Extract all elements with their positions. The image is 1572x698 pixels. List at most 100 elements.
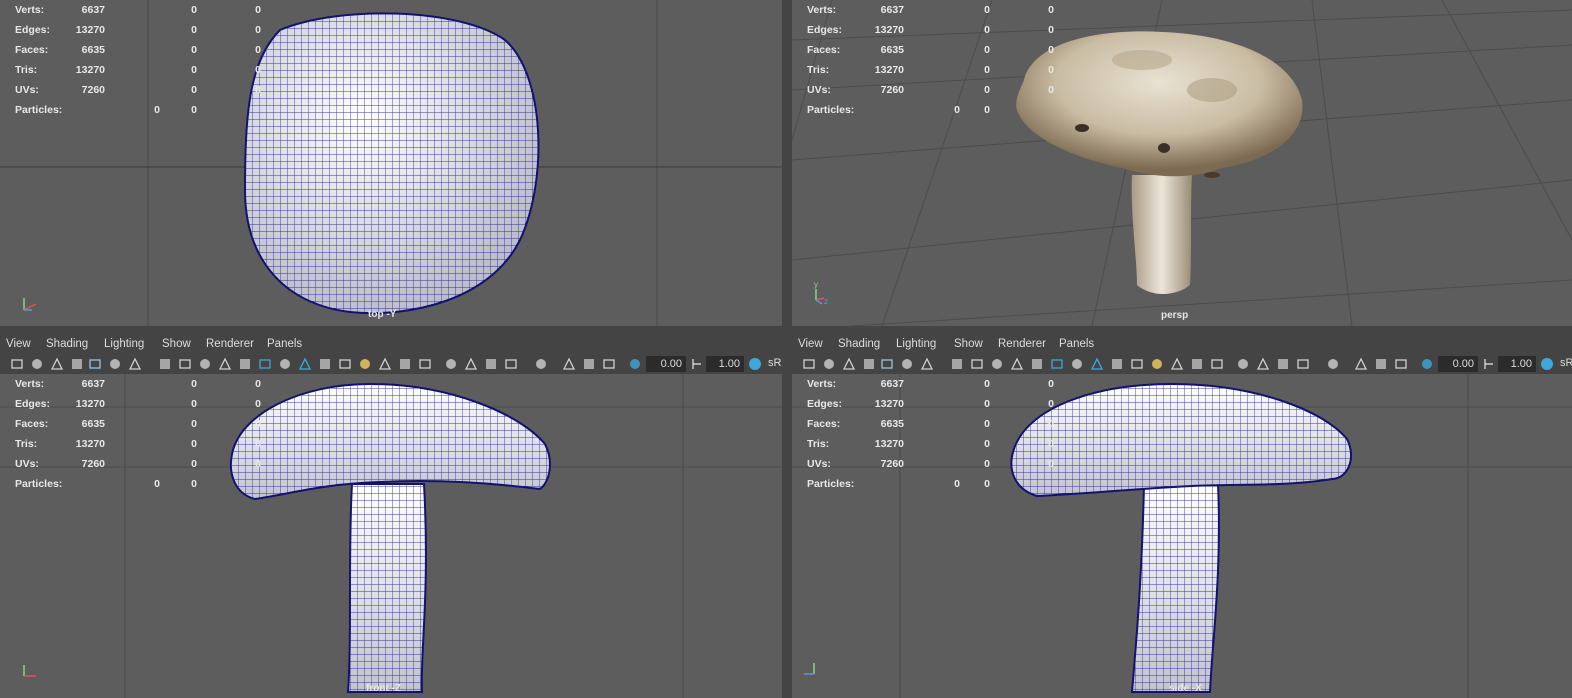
view-axis-indicator-icon xyxy=(23,665,36,677)
wireframe-on-shaded-icon[interactable] xyxy=(298,357,312,371)
gamma-field[interactable]: 1.00 xyxy=(706,356,744,372)
gamma-icon[interactable] xyxy=(690,357,704,371)
menu-renderer[interactable]: Renderer xyxy=(206,338,254,350)
xray-active-icon[interactable] xyxy=(1296,357,1310,371)
stat-value: 0 xyxy=(984,458,990,470)
camera-select-icon[interactable] xyxy=(10,357,24,371)
image-plane-icon[interactable] xyxy=(70,357,84,371)
viewport-persp[interactable]: Verts: 6637 0 0 Edges: 13270 0 0 Faces: 6635 0 0 Tri… xyxy=(792,0,1572,326)
color-management-icon[interactable] xyxy=(628,357,642,371)
stat-value: 0 xyxy=(191,84,197,96)
exposure-icon[interactable] xyxy=(1374,357,1388,371)
menu-view[interactable]: View xyxy=(6,338,31,350)
gate-mask-icon[interactable] xyxy=(158,357,172,371)
depth-of-field-icon[interactable] xyxy=(1256,357,1270,371)
camera-attributes-icon[interactable] xyxy=(30,357,44,371)
gamma-icon[interactable] xyxy=(1482,357,1496,371)
bookmark-icon[interactable] xyxy=(50,357,64,371)
stat-value: 0 xyxy=(191,478,197,490)
stat-value: 13270 xyxy=(874,24,904,36)
smooth-shade-icon[interactable] xyxy=(258,357,272,371)
film-gate-icon[interactable] xyxy=(900,357,914,371)
depth-of-field-icon[interactable] xyxy=(464,357,478,371)
camera-attributes-icon[interactable] xyxy=(822,357,836,371)
resolution-gate-icon[interactable] xyxy=(128,357,142,371)
colorspace-label[interactable]: sR xyxy=(1560,357,1572,369)
backface-culling-icon[interactable] xyxy=(562,357,576,371)
viewport-side[interactable]: Verts: 6637 0 0 Edges: 13270 0 0 Faces: 6635 0 0 Tri… xyxy=(792,374,1572,698)
camera-select-icon[interactable] xyxy=(802,357,816,371)
xray-joints-icon[interactable] xyxy=(534,357,548,371)
image-plane-icon[interactable] xyxy=(862,357,876,371)
use-all-lights-icon[interactable] xyxy=(1150,357,1164,371)
resolution-gate-icon[interactable] xyxy=(920,357,934,371)
gamma-field[interactable]: 1.00 xyxy=(1498,356,1536,372)
bookmark-icon[interactable] xyxy=(842,357,856,371)
gamma-icon[interactable] xyxy=(602,357,616,371)
stat-value: 0 xyxy=(984,478,990,490)
field-chart-icon[interactable] xyxy=(970,357,984,371)
screen-space-ao-icon[interactable] xyxy=(398,357,412,371)
grid-icon[interactable] xyxy=(88,357,102,371)
menu-lighting[interactable]: Lighting xyxy=(896,338,936,350)
safe-title-icon[interactable] xyxy=(1010,357,1024,371)
menu-shading[interactable]: Shading xyxy=(838,338,880,350)
safe-action-icon[interactable] xyxy=(198,357,212,371)
xray-joints-icon[interactable] xyxy=(1326,357,1340,371)
motion-blur-icon[interactable] xyxy=(1210,357,1224,371)
wireframe-on-shaded-icon[interactable] xyxy=(1090,357,1104,371)
menubar-side: View Shading Lighting Show Renderer Panels xyxy=(792,335,1572,355)
color-management-icon[interactable] xyxy=(748,357,762,371)
viewport-top[interactable]: Verts: 6637 0 0 Edges: 13270 0 0 Faces: 6635 0 0 Tri… xyxy=(0,0,782,326)
safe-action-icon[interactable] xyxy=(990,357,1004,371)
xray-icon[interactable] xyxy=(318,357,332,371)
wireframe-icon[interactable] xyxy=(238,357,252,371)
color-management-icon[interactable] xyxy=(1420,357,1434,371)
isolate-select-icon[interactable] xyxy=(484,357,498,371)
shadows-icon[interactable] xyxy=(378,357,392,371)
stat-label: Particles: xyxy=(807,478,855,490)
xray-active-icon[interactable] xyxy=(504,357,518,371)
wireframe-icon[interactable] xyxy=(1030,357,1044,371)
xray-icon[interactable] xyxy=(1110,357,1124,371)
field-chart-icon[interactable] xyxy=(178,357,192,371)
grid-icon[interactable] xyxy=(880,357,894,371)
menu-panels[interactable]: Panels xyxy=(267,338,302,350)
menu-show[interactable]: Show xyxy=(162,338,191,350)
menu-renderer[interactable]: Renderer xyxy=(998,338,1046,350)
shadows-icon[interactable] xyxy=(1170,357,1184,371)
menu-view[interactable]: View xyxy=(798,338,823,350)
screen-space-ao-icon[interactable] xyxy=(1190,357,1204,371)
gamma-icon[interactable] xyxy=(1394,357,1408,371)
smooth-shade-icon[interactable] xyxy=(1050,357,1064,371)
multisample-aa-icon[interactable] xyxy=(444,357,458,371)
gate-mask-icon[interactable] xyxy=(950,357,964,371)
isolate-select-icon[interactable] xyxy=(1276,357,1290,371)
color-management-icon[interactable] xyxy=(1540,357,1554,371)
textured-icon[interactable] xyxy=(1130,357,1144,371)
axis-y-label: y xyxy=(814,280,818,289)
exposure-field[interactable]: 0.00 xyxy=(646,356,686,372)
stat-value: 0 xyxy=(255,64,261,76)
backface-culling-icon[interactable] xyxy=(1354,357,1368,371)
exposure-icon[interactable] xyxy=(582,357,596,371)
default-material-icon[interactable] xyxy=(1070,357,1084,371)
textured-icon[interactable] xyxy=(338,357,352,371)
menu-lighting[interactable]: Lighting xyxy=(104,338,144,350)
multisample-aa-icon[interactable] xyxy=(1236,357,1250,371)
motion-blur-icon[interactable] xyxy=(418,357,432,371)
stat-value: 0 xyxy=(255,438,261,450)
use-all-lights-icon[interactable] xyxy=(358,357,372,371)
viewport-front[interactable]: Verts: 6637 0 0 Edges: 13270 0 0 Faces: 6635 0 0 Tri… xyxy=(0,374,782,698)
menu-panels[interactable]: Panels xyxy=(1059,338,1094,350)
stat-value: 13270 xyxy=(75,438,105,450)
default-material-icon[interactable] xyxy=(278,357,292,371)
menu-show[interactable]: Show xyxy=(954,338,983,350)
safe-title-icon[interactable] xyxy=(218,357,232,371)
exposure-field[interactable]: 0.00 xyxy=(1438,356,1478,372)
film-gate-icon[interactable] xyxy=(108,357,122,371)
viewport-top-canvas xyxy=(0,0,782,326)
stat-value: 0 xyxy=(191,378,197,390)
menu-shading[interactable]: Shading xyxy=(46,338,88,350)
colorspace-label[interactable]: sR xyxy=(768,357,781,369)
